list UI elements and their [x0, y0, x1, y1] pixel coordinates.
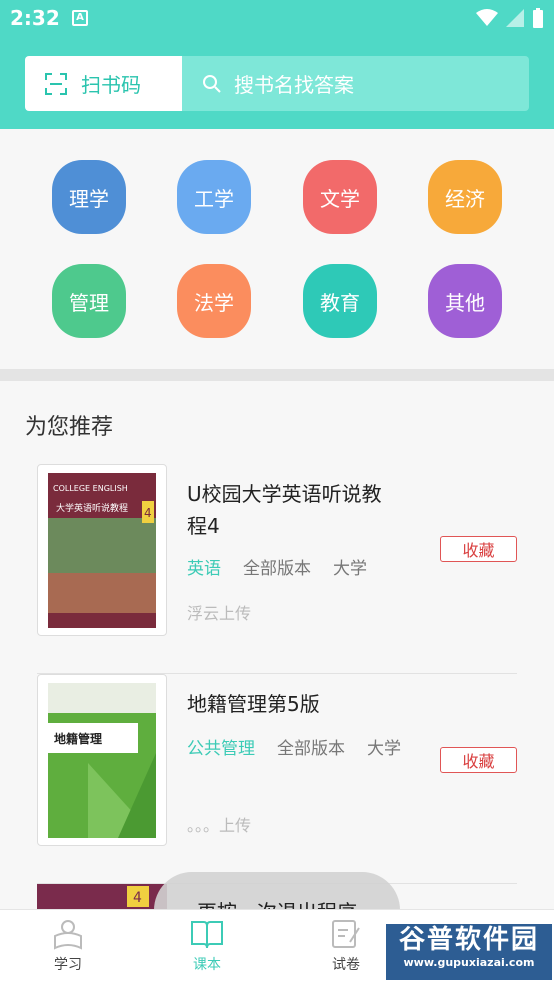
scan-icon — [45, 72, 67, 95]
tab-textbook[interactable]: 课本 — [167, 918, 247, 974]
category-other[interactable]: 其他 — [428, 264, 502, 338]
book-title: U校园大学英语听说教程4 — [187, 482, 382, 538]
category-education[interactable]: 教育 — [303, 264, 377, 338]
tab-study[interactable]: 学习 — [28, 918, 108, 974]
section-title: 为您推荐 — [25, 415, 114, 440]
section-divider — [0, 369, 554, 381]
status-bar: 2:32 A — [0, 0, 554, 38]
book-uploader: 。。。上传 — [187, 816, 252, 835]
battery-icon — [533, 8, 543, 28]
wifi-icon — [476, 9, 498, 26]
svg-text:大学英语听说教程: 大学英语听说教程 — [56, 502, 128, 514]
search-input[interactable]: 搜书名找答案 — [182, 56, 529, 111]
book-title: 地籍管理第5版 — [187, 692, 320, 716]
exam-icon — [332, 920, 360, 948]
book-cover-image: 地籍管理 — [48, 683, 156, 838]
tab-label: 学习 — [54, 957, 82, 973]
status-time: 2:32 — [10, 6, 60, 30]
tab-label: 课本 — [193, 957, 221, 973]
watermark-text: 谷普软件园 — [398, 925, 539, 955]
category-law[interactable]: 法学 — [177, 264, 251, 338]
study-icon — [54, 920, 82, 950]
category-grid: 理学 工学 文学 经济 管理 法学 教育 其他 — [0, 129, 554, 369]
category-management[interactable]: 管理 — [52, 264, 126, 338]
book-cover: 地籍管理 — [37, 674, 167, 846]
book-uploader: 浮云上传 — [187, 604, 252, 623]
system-icons — [476, 8, 544, 28]
app-header: 扫书码 搜书名找答案 — [0, 38, 554, 129]
favorite-button[interactable]: 收藏 — [440, 747, 517, 773]
book-subject: 英语 — [187, 559, 221, 579]
book-cover-image: 4 — [37, 884, 167, 909]
book-version: 全部版本 — [243, 559, 311, 579]
category-engineering[interactable]: 工学 — [177, 160, 251, 234]
book-level: 大学 — [367, 739, 401, 759]
svg-text:地籍管理: 地籍管理 — [54, 731, 102, 746]
scan-book-button[interactable]: 扫书码 — [25, 56, 182, 111]
category-economics[interactable]: 经济 — [428, 160, 502, 234]
tab-label: 试卷 — [332, 957, 360, 973]
svg-text:4: 4 — [144, 506, 152, 520]
book-level: 大学 — [333, 559, 367, 579]
book-item[interactable]: 地籍管理 地籍管理第5版 公共管理 全部版本 大学 。。。上传 收藏 — [37, 674, 517, 884]
book-meta: 公共管理 全部版本 大学 — [187, 734, 401, 759]
book-version: 全部版本 — [277, 739, 345, 759]
search-icon — [203, 74, 221, 93]
book-cover-image: 4 COLLEGE ENGLISH 大学英语听说教程 — [48, 473, 156, 628]
book-meta: 英语 全部版本 大学 — [187, 554, 367, 579]
svg-text:4: 4 — [133, 890, 142, 906]
category-science[interactable]: 理学 — [52, 160, 126, 234]
tab-exam[interactable]: 试卷 — [306, 918, 386, 974]
favorite-button[interactable]: 收藏 — [440, 536, 517, 562]
notification-icon: A — [72, 10, 88, 26]
book-subject: 公共管理 — [187, 739, 255, 759]
search-placeholder: 搜书名找答案 — [234, 73, 354, 97]
signal-icon — [506, 9, 524, 27]
book-icon — [191, 921, 223, 949]
watermark-logo: 谷普软件园 www.gupuxiazai.com — [386, 924, 552, 980]
watermark-url: www.gupuxiazai.com — [403, 956, 535, 969]
svg-text:COLLEGE ENGLISH: COLLEGE ENGLISH — [53, 484, 128, 493]
book-item[interactable]: 4 COLLEGE ENGLISH 大学英语听说教程 U校园大学英语听说教程4 … — [37, 464, 517, 674]
category-literature[interactable]: 文学 — [303, 160, 377, 234]
scan-label: 扫书码 — [81, 73, 141, 97]
recommend-section: 为您推荐 4 COLLEGE ENGLISH 大学英语听说教程 U校园大学英语听… — [0, 381, 554, 909]
book-cover: 4 COLLEGE ENGLISH 大学英语听说教程 — [37, 464, 167, 636]
